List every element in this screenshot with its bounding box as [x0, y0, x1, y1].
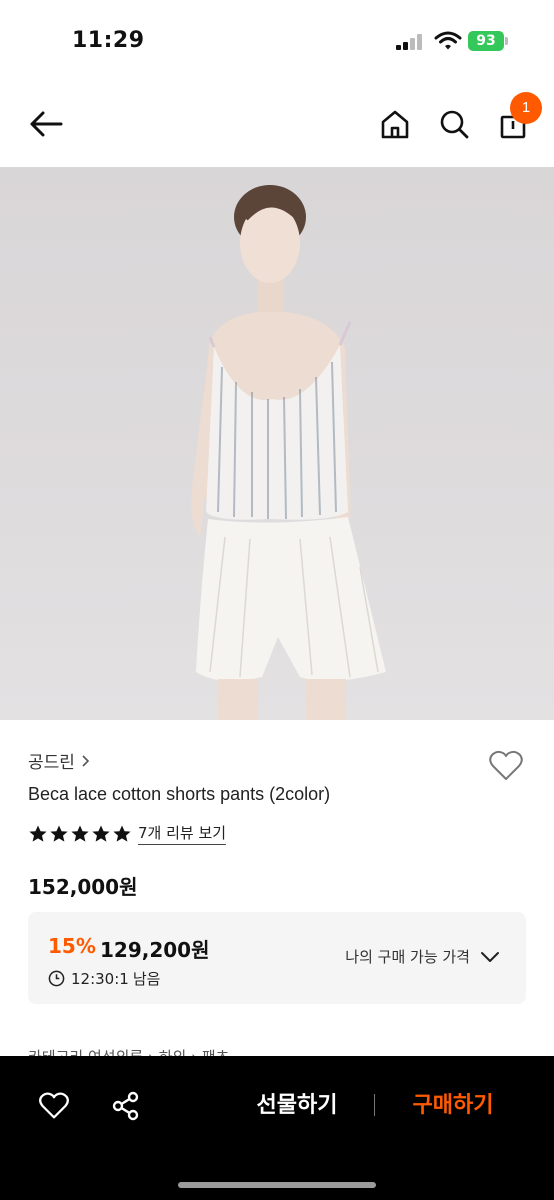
- rating-row: 7개 리뷰 보기: [28, 822, 227, 845]
- status-bar: 11:29 93: [0, 0, 554, 80]
- my-price-dropdown[interactable]: 나의 구매 가능 가격: [345, 946, 500, 967]
- nav-bar: [0, 90, 554, 166]
- star-icon: [29, 825, 47, 842]
- star-icon: [92, 825, 110, 842]
- wishlist-button[interactable]: [486, 746, 526, 786]
- discount-price: 129,200원: [100, 938, 210, 962]
- timer-suffix: 남음: [132, 970, 161, 988]
- status-time: 11:29: [72, 28, 145, 53]
- divider: [374, 1094, 375, 1116]
- rating-stars: [28, 824, 132, 844]
- cart-count-badge: 1: [510, 92, 542, 124]
- star-icon: [50, 825, 68, 842]
- brand-link[interactable]: 공드린: [28, 748, 91, 773]
- home-icon: [381, 110, 409, 139]
- bottom-action-bar: 선물하기 구매하기: [0, 1056, 554, 1200]
- discount-box[interactable]: 15% 129,200원 12:30:1 남음 나의 구매 가능 가격: [28, 912, 526, 1004]
- arrow-left-icon: [30, 111, 63, 137]
- chevron-right-icon: [82, 754, 90, 767]
- back-button[interactable]: [26, 104, 66, 144]
- like-button[interactable]: [36, 1088, 72, 1124]
- share-button[interactable]: [108, 1088, 144, 1124]
- home-button[interactable]: [375, 104, 415, 144]
- my-price-label: 나의 구매 가능 가격: [345, 948, 470, 966]
- original-price: 152,000원: [28, 875, 138, 899]
- wifi-icon: [434, 31, 462, 51]
- product-title: Beca lace cotton shorts pants (2color): [28, 784, 331, 804]
- timer-row: 12:30:1 남음: [48, 968, 160, 989]
- star-icon: [113, 825, 131, 842]
- chevron-down-icon: [481, 951, 499, 962]
- search-icon: [440, 110, 469, 139]
- product-image[interactable]: [0, 167, 554, 720]
- buy-button[interactable]: 구매하기: [394, 1088, 512, 1124]
- heart-icon: [39, 1092, 69, 1119]
- clock-icon: [48, 970, 65, 987]
- battery-level: 93: [468, 31, 504, 51]
- review-link[interactable]: 7개 리뷰 보기: [138, 822, 227, 845]
- gift-button[interactable]: 선물하기: [238, 1088, 356, 1124]
- model-photo: [191, 185, 386, 720]
- discount-percent: 15%: [48, 934, 96, 958]
- signal-icon: [396, 34, 424, 50]
- search-button[interactable]: [434, 104, 474, 144]
- share-icon: [112, 1091, 139, 1121]
- star-icon: [71, 825, 89, 842]
- heart-icon: [489, 750, 523, 780]
- home-indicator: [178, 1182, 376, 1188]
- brand-name: 공드린: [28, 753, 75, 773]
- battery-icon: 93: [468, 31, 508, 51]
- timer-value: 12:30:1: [71, 969, 129, 988]
